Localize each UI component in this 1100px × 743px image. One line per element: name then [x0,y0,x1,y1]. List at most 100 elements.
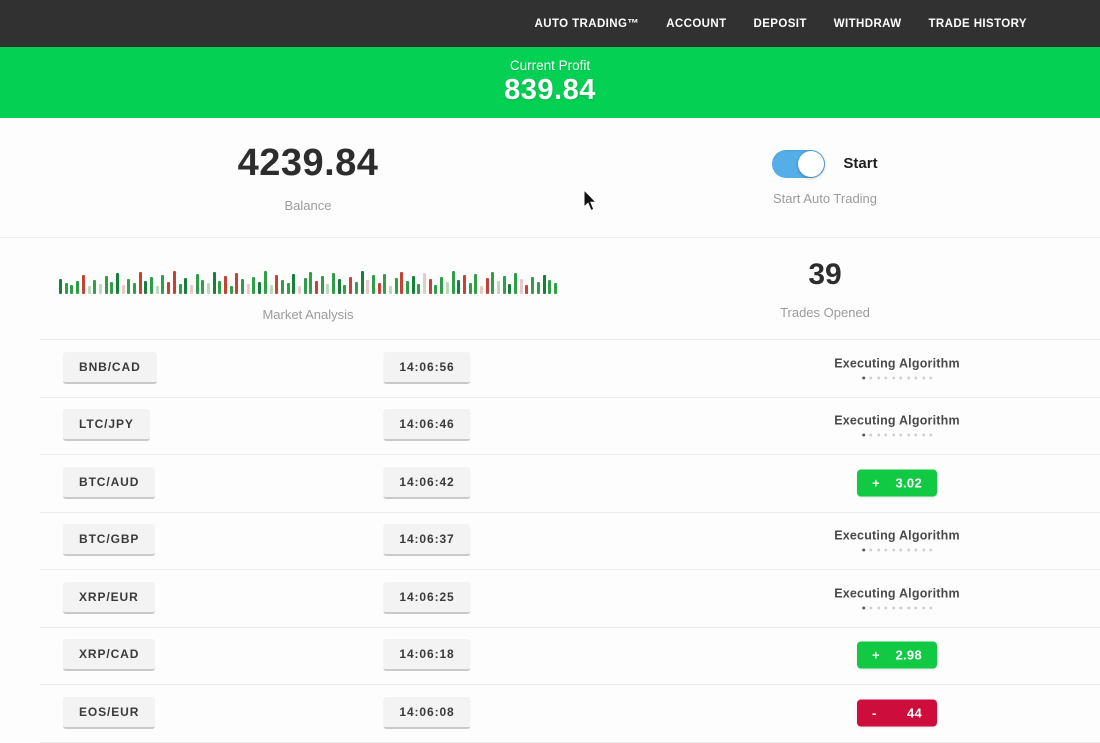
progress-dots [834,376,960,379]
time-tag[interactable]: 14:06:46 [383,409,470,441]
progress-dot-icon [899,434,902,437]
market-bar [383,274,386,294]
pair-tag[interactable]: BTC/AUD [63,467,155,499]
progress-dot-icon [922,549,925,552]
market-bar [417,284,420,294]
nav-item-deposit[interactable]: DEPOSIT [754,18,807,30]
market-bar [156,286,159,294]
result-cell: Executing Algorithm [834,586,960,609]
executing-algorithm-label: Executing Algorithm [834,529,960,543]
nav-item-auto-trading[interactable]: AUTO TRADING™ [535,18,640,30]
balance-cell: 4239.84 Balance [0,118,616,237]
progress-dot-icon [899,376,902,379]
market-bar [275,275,278,294]
result-sign: + [872,475,880,490]
market-bar [491,272,494,294]
progress-dot-icon [929,434,932,437]
market-bar [378,283,381,294]
market-bar [554,283,557,294]
result-sign: - [872,705,877,720]
market-bar [179,284,182,294]
progress-dot-icon [877,549,880,552]
executing-algorithm-status: Executing Algorithm [834,414,960,437]
market-bar [474,274,477,294]
market-bar [304,278,307,294]
loss-badge: -44 [857,699,937,726]
time-tag[interactable]: 14:06:08 [383,697,470,729]
progress-dot-icon [907,606,910,609]
market-bar [463,275,466,294]
progress-dots [834,606,960,609]
trade-list: BNB/CAD 14:06:56 Executing Algorithm LTC… [0,339,1100,743]
market-bar [264,271,267,294]
progress-dot-icon [877,606,880,609]
progress-dot-icon [877,376,880,379]
market-bar [525,285,528,294]
market-bar [457,280,460,294]
progress-dots [834,549,960,552]
pair-tag[interactable]: XRP/EUR [63,582,155,614]
time-tag[interactable]: 14:06:42 [383,467,470,499]
market-bar [361,271,364,294]
pair-tag[interactable]: BNB/CAD [63,352,157,384]
progress-dot-icon [869,549,872,552]
current-profit-banner: Current Profit 839.84 [0,47,1100,118]
pair-tag[interactable]: BTC/GBP [63,524,155,556]
market-bar [116,273,119,294]
progress-dot-icon [869,434,872,437]
market-bar [59,279,62,294]
pair-tag[interactable]: EOS/EUR [63,697,155,729]
time-tag[interactable]: 14:06:25 [383,582,470,614]
current-profit-label: Current Profit [510,58,590,73]
market-bar [235,273,238,294]
nav-item-account[interactable]: ACCOUNT [666,18,726,30]
start-toggle-label: Start [843,155,877,172]
market-bar [270,285,273,294]
progress-dot-icon [922,606,925,609]
time-tag[interactable]: 14:06:56 [383,352,470,384]
market-bar [218,281,221,294]
progress-dot-icon [869,376,872,379]
auto-trading-cell: Start Start Auto Trading [616,118,1034,237]
pair-tag[interactable]: LTC/JPY [63,409,150,441]
market-bar [315,281,318,294]
market-bar [343,285,346,294]
balance-section: 4239.84 Balance Start Start Auto Trading [0,118,1100,237]
time-tag[interactable]: 14:06:37 [383,524,470,556]
market-bar [321,276,324,294]
market-bar [70,285,73,294]
market-bar [292,274,295,294]
result-sign: + [872,648,880,663]
market-bar [241,279,244,294]
start-toggle-row: Start [772,150,877,178]
market-bar [247,284,250,294]
balance-label: Balance [285,198,332,213]
nav-item-trade-history[interactable]: TRADE HISTORY [929,18,1028,30]
time-tag[interactable]: 14:06:18 [383,639,470,671]
progress-dot-icon [892,549,895,552]
nav-item-withdraw[interactable]: WITHDRAW [834,18,902,30]
market-bar [395,278,398,294]
result-cell: Executing Algorithm [834,529,960,552]
result-cell: +3.02 [857,469,937,496]
market-bar [122,285,125,294]
trade-row: BNB/CAD 14:06:56 Executing Algorithm [0,339,1100,397]
progress-dot-icon [922,434,925,437]
market-bar [150,277,153,294]
progress-dot-icon [862,606,865,609]
market-bar [110,282,113,294]
pair-tag[interactable]: XRP/CAD [63,639,155,671]
result-value: 2.98 [895,648,922,663]
market-bar [281,280,284,294]
market-bar [355,282,358,294]
result-cell: Executing Algorithm [834,356,960,379]
progress-dot-icon [914,376,917,379]
navbar: AUTO TRADING™ ACCOUNT DEPOSIT WITHDRAW TRADE… [0,0,1100,47]
market-bar [412,276,415,294]
progress-dot-icon [892,606,895,609]
start-auto-trading-toggle[interactable] [772,150,825,178]
trade-row: BTC/AUD 14:06:42 +3.02 [0,454,1100,512]
market-bar [173,271,176,294]
progress-dot-icon [892,376,895,379]
trade-row: EOS/EUR 14:06:08 -44 [0,684,1100,742]
